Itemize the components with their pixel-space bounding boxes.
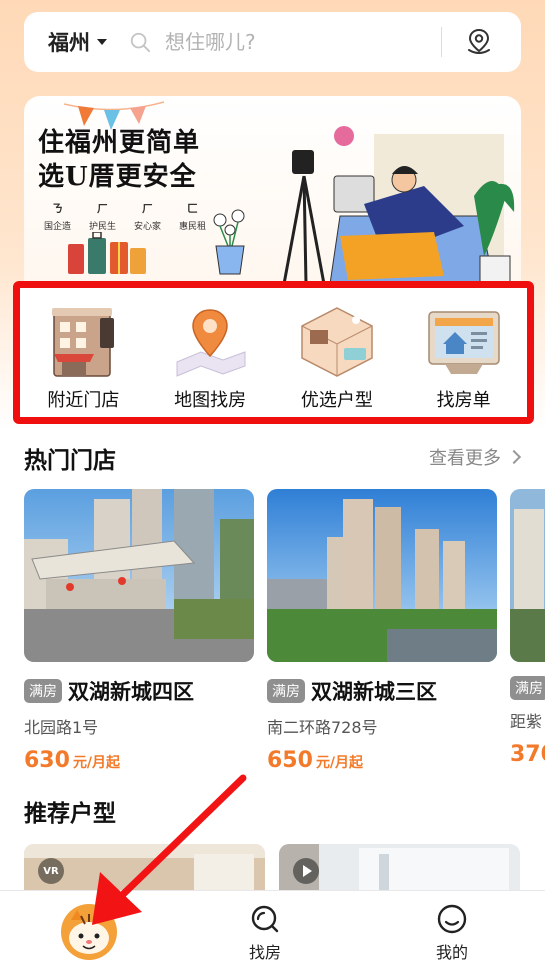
- store-card[interactable]: 满房 双湖新城四区 北园路1号 630 元/月起: [24, 489, 254, 773]
- location-pin-icon[interactable]: [464, 27, 494, 57]
- store-card-list: 满房 双湖新城四区 北园路1号 630 元/月起 满房 双湖新城三区 南二环路7…: [24, 489, 545, 779]
- nav-home[interactable]: [61, 904, 117, 960]
- play-video-icon: [293, 858, 319, 884]
- search-house-icon: [251, 905, 279, 933]
- category-label: 优选户型: [300, 390, 373, 411]
- store-card[interactable]: 满房 双湖新城三区 南二环路728号 650 元/月起: [267, 489, 497, 773]
- store-photo: [267, 489, 497, 662]
- badge-mark: ㄏ: [97, 202, 109, 215]
- category-label: 附近门店: [47, 390, 120, 411]
- banner-headline-2: 选U厝更安全: [38, 162, 197, 192]
- category-house-list[interactable]: 找房单: [409, 304, 519, 412]
- price-row: 630 元/月起: [24, 748, 254, 773]
- category-label: 找房单: [436, 390, 491, 411]
- category-featured-layouts[interactable]: 优选户型: [282, 304, 392, 412]
- profile-icon: [437, 904, 467, 934]
- hot-stores-title: 热门门店: [24, 448, 116, 474]
- recommended-title: 推荐户型: [24, 801, 116, 827]
- banner-badge: ㄏ 护民生: [89, 200, 116, 232]
- status-tag: 满房: [24, 679, 62, 703]
- house-list-icon: [427, 311, 500, 374]
- see-more-label: 查看更多: [429, 448, 501, 469]
- city-label: 福州: [48, 31, 90, 55]
- status-tag: 满房: [267, 679, 305, 703]
- price-unit: 元/月起: [72, 755, 121, 771]
- banner-badge: ㄏ 安心家: [134, 200, 161, 232]
- store-address: 北园路1号: [24, 718, 99, 737]
- badge-mark: ㄏ: [142, 202, 154, 215]
- badge-label: 惠民租: [179, 222, 207, 232]
- nav-label: 我的: [436, 943, 469, 962]
- category-nearby-stores[interactable]: 附近门店: [28, 304, 138, 412]
- badge-mark: ㄈ: [187, 202, 199, 215]
- store-photo: [24, 489, 254, 662]
- caret-down-icon: [97, 39, 107, 45]
- price-row: 370: [510, 742, 545, 767]
- chevron-right-icon: [506, 449, 522, 465]
- badge-label: 护民生: [89, 222, 117, 232]
- price-row: 650 元/月起: [267, 748, 497, 773]
- banner-badge: ㄋ 国企造: [44, 200, 71, 232]
- tiger-mascot-icon: [61, 904, 117, 960]
- search-input[interactable]: [165, 30, 425, 54]
- nav-label: 找房: [249, 943, 282, 962]
- category-row: 附近门店 地图找房 优选户型 找房单: [13, 281, 534, 424]
- category-map-search[interactable]: 地图找房: [155, 304, 265, 412]
- store-price: 370: [510, 742, 545, 767]
- search-icon: [130, 32, 151, 53]
- store-price: 650: [267, 748, 313, 773]
- luggage-illustration: [68, 232, 146, 274]
- store-photo: [510, 489, 545, 662]
- nav-profile[interactable]: 我的: [436, 903, 468, 963]
- store-card[interactable]: 满房 距紫 370: [510, 489, 545, 767]
- banner-badges: ㄋ 国企造 ㄏ 护民生 ㄏ 安心家 ㄈ 惠民租: [44, 200, 206, 232]
- banner-headline-1: 住福州更简单: [38, 128, 201, 158]
- room-card[interactable]: VR: [24, 844, 265, 894]
- nav-find-house[interactable]: 找房: [249, 903, 281, 963]
- store-building-icon: [52, 308, 115, 377]
- category-label: 地图找房: [174, 390, 247, 411]
- badge-label: 国企造: [44, 222, 72, 232]
- status-tag: 满房: [510, 676, 545, 700]
- store-price: 630: [24, 748, 70, 773]
- search-divider: [441, 27, 442, 57]
- price-unit: 元/月起: [315, 755, 364, 771]
- map-pin-icon: [176, 309, 246, 377]
- vr-badge: VR: [38, 858, 64, 884]
- store-name: 双湖新城四区: [68, 680, 194, 704]
- room-card[interactable]: [279, 844, 520, 894]
- promo-banner[interactable]: 住福州更简单 选U厝更安全 ㄋ 国企造 ㄏ 护民生 ㄏ 安心家 ㄈ 惠民租: [24, 96, 521, 286]
- store-name: 双湖新城三区: [311, 680, 437, 704]
- search-bar: 福州: [24, 12, 521, 72]
- badge-label: 安心家: [134, 222, 162, 232]
- city-selector[interactable]: 福州: [48, 27, 107, 57]
- banner-badge: ㄈ 惠民租: [179, 200, 206, 232]
- store-address: 南二环路728号: [267, 718, 378, 737]
- store-address: 距紫: [510, 712, 543, 731]
- sofa-scene-illustration: [282, 126, 515, 285]
- bottom-navigation: 找房 我的: [0, 890, 545, 970]
- room-layout-icon: [301, 307, 373, 377]
- see-more-link[interactable]: 查看更多: [429, 444, 522, 470]
- badge-mark: ㄋ: [52, 202, 63, 215]
